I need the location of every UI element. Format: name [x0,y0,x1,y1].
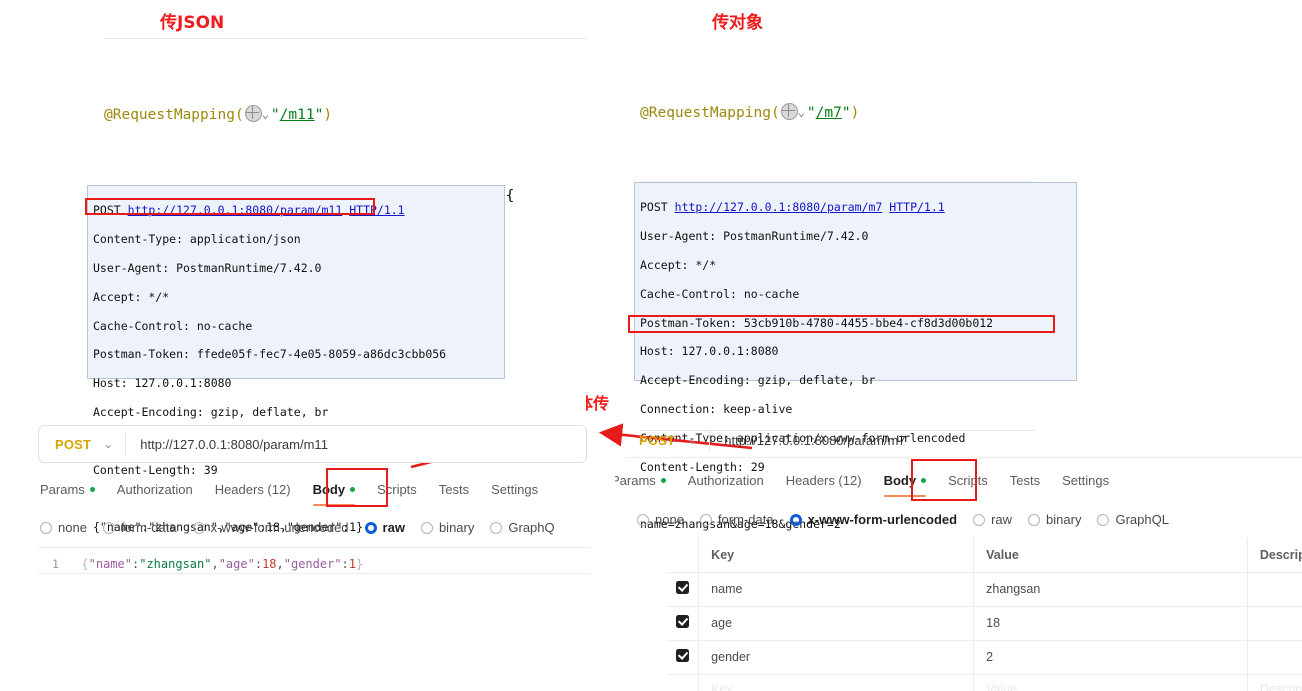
form-data-table: Key Value Descriptio name zhangsan age 1… [667,538,1302,691]
radio-x-www-form-urlencoded[interactable]: x-www-form-urlencoded [192,520,349,535]
placeholder-key[interactable]: Key [698,674,975,691]
tab-settings[interactable]: Settings [1062,473,1109,488]
request-tabs: Params Authorization Headers (12) Body S… [40,482,538,506]
radio-icon[interactable] [40,521,52,534]
cell-description[interactable] [1247,572,1302,607]
tab-tests[interactable]: Tests [439,482,469,497]
right-postman-panel: POST ⌄ http://127.0.0.1:8080/param/m7 Pa… [615,423,1302,691]
radio-none[interactable]: none [40,520,87,535]
tab-scripts[interactable]: Scripts [377,482,417,497]
tab-authorization[interactable]: Authorization [117,482,193,497]
request-tabs: Params Authorization Headers (12) Body S… [615,473,1109,497]
tab-params[interactable]: Params [40,482,95,497]
table-header-row: Key Value Descriptio [667,538,1302,573]
radio-none[interactable]: none [637,512,684,527]
radio-graphql[interactable]: GraphQL [1097,512,1169,527]
tab-scripts[interactable]: Scripts [948,473,988,488]
request-url-bar[interactable]: POST ⌄ http://127.0.0.1:8080/param/m7 [623,423,1302,457]
radio-icon[interactable] [490,521,503,534]
chevron-down-icon[interactable]: ⌄ [687,433,709,447]
table-row[interactable]: gender 2 [667,640,1302,675]
tab-tests[interactable]: Tests [1010,473,1040,488]
radio-form-data[interactable]: form-data [699,512,774,527]
row-checkbox[interactable] [676,649,690,662]
cell-description[interactable] [1247,606,1302,641]
radio-raw[interactable]: raw [364,520,405,535]
radio-icon[interactable] [1028,513,1041,526]
status-dot [660,478,666,483]
url-input[interactable]: http://127.0.0.1:8080/param/m7 [710,433,905,448]
radio-graphql[interactable]: GraphQ [490,520,555,535]
radio-form-data[interactable]: form-data [102,520,177,535]
cell-value[interactable]: 2 [973,640,1248,675]
body-editor[interactable]: 1 {"name":"zhangsan","age":18,"gender":1… [52,555,363,573]
cell-value[interactable]: 18 [973,606,1248,641]
status-dot [350,487,356,492]
tab-settings[interactable]: Settings [491,482,538,497]
radio-icon-selected[interactable] [364,521,377,534]
column-header-value: Value [973,538,1248,573]
editor-line-content[interactable]: {"name":"zhangsan","age":18,"gender":1} [81,557,363,571]
tab-body[interactable]: Body [312,482,356,506]
tab-headers[interactable]: Headers (12) [786,473,862,488]
row-checkbox[interactable] [676,615,690,628]
chevron-down-icon[interactable]: ⌄ [103,437,125,451]
cell-key[interactable]: age [698,606,975,641]
status-dot [89,487,95,492]
column-header-key: Key [698,538,975,573]
http-method-label[interactable]: POST [39,437,103,452]
active-tab-underline [312,503,356,506]
tab-headers[interactable]: Headers (12) [215,482,291,497]
url-input[interactable]: http://127.0.0.1:8080/param/m11 [126,437,328,452]
cell-value[interactable]: zhangsan [973,572,1248,607]
cell-key[interactable]: name [698,572,975,607]
column-header-description: Descriptio [1247,538,1302,573]
left-postman-panel: POST ⌄ http://127.0.0.1:8080/param/m11 P… [38,425,593,625]
radio-raw[interactable]: raw [973,512,1012,527]
table-row[interactable]: name zhangsan [667,572,1302,607]
cell-description[interactable] [1247,640,1302,675]
radio-icon[interactable] [637,513,649,526]
radio-icon-selected[interactable] [789,513,802,526]
placeholder-value[interactable]: Value [973,674,1248,691]
radio-icon[interactable] [1097,513,1110,526]
radio-x-www-form-urlencoded[interactable]: x-www-form-urlencoded [789,512,957,527]
radio-icon[interactable] [102,521,115,534]
tab-params[interactable]: Params [615,473,666,488]
table-row[interactable]: age 18 [667,606,1302,641]
radio-icon[interactable] [699,513,712,526]
radio-binary[interactable]: binary [1028,512,1081,527]
tab-authorization[interactable]: Authorization [688,473,764,488]
radio-icon[interactable] [420,521,433,534]
radio-icon[interactable] [973,513,986,526]
cell-key[interactable]: gender [698,640,975,675]
request-url-bar[interactable]: POST ⌄ http://127.0.0.1:8080/param/m11 [38,425,587,463]
body-type-radios: none form-data x-www-form-urlencoded raw… [637,512,1169,527]
row-checkbox[interactable] [676,581,690,594]
placeholder-description[interactable]: Descriptio [1247,674,1302,691]
radio-binary[interactable]: binary [420,520,474,535]
radio-icon[interactable] [192,521,205,534]
body-type-radios: none form-data x-www-form-urlencoded raw… [40,520,555,535]
tab-body[interactable]: Body [883,473,927,497]
status-dot [921,478,927,483]
editor-line-number: 1 [52,557,59,571]
active-tab-underline [883,494,927,497]
table-placeholder-row[interactable]: Key Value Descriptio [667,674,1302,691]
http-method-label[interactable]: POST [623,433,687,448]
